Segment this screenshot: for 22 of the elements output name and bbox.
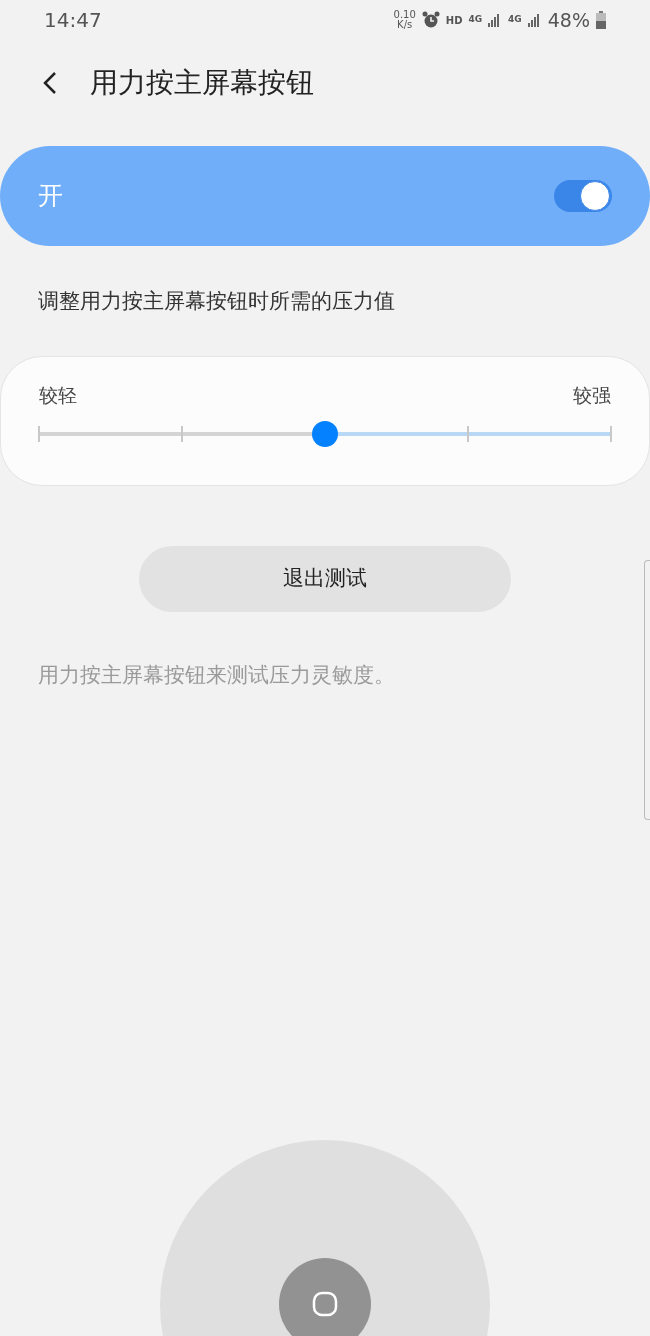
description-text: 调整用力按主屏幕按钮时所需的压力值	[37, 288, 396, 315]
status-time: 14:47	[44, 7, 102, 34]
slider-min-label: 较轻	[39, 382, 77, 408]
slider-thumb[interactable]	[312, 421, 338, 447]
toggle-switch[interactable]	[554, 180, 612, 212]
slider-max-label: 较强	[573, 382, 611, 408]
back-icon	[43, 71, 57, 95]
battery-icon	[596, 11, 606, 29]
network-type: 4G	[508, 13, 522, 27]
alarm-icon	[421, 11, 440, 29]
switch-label: 开	[38, 180, 63, 213]
network-speed: 0.10	[393, 10, 416, 20]
signal-icon	[527, 13, 542, 27]
hd-label: HD	[445, 13, 463, 28]
battery-percent: 48%	[547, 7, 590, 33]
page-title: 用力按主屏幕按钮	[90, 65, 314, 101]
home-icon	[312, 1291, 338, 1317]
exit-test-button[interactable]: 退出测试	[139, 545, 511, 612]
network-speed-unit: K/s	[397, 20, 413, 30]
pressure-slider[interactable]	[39, 421, 611, 447]
hint-text: 用力按主屏幕按钮来测试压力灵敏度。	[37, 661, 396, 689]
network-type: 4G	[468, 13, 483, 27]
